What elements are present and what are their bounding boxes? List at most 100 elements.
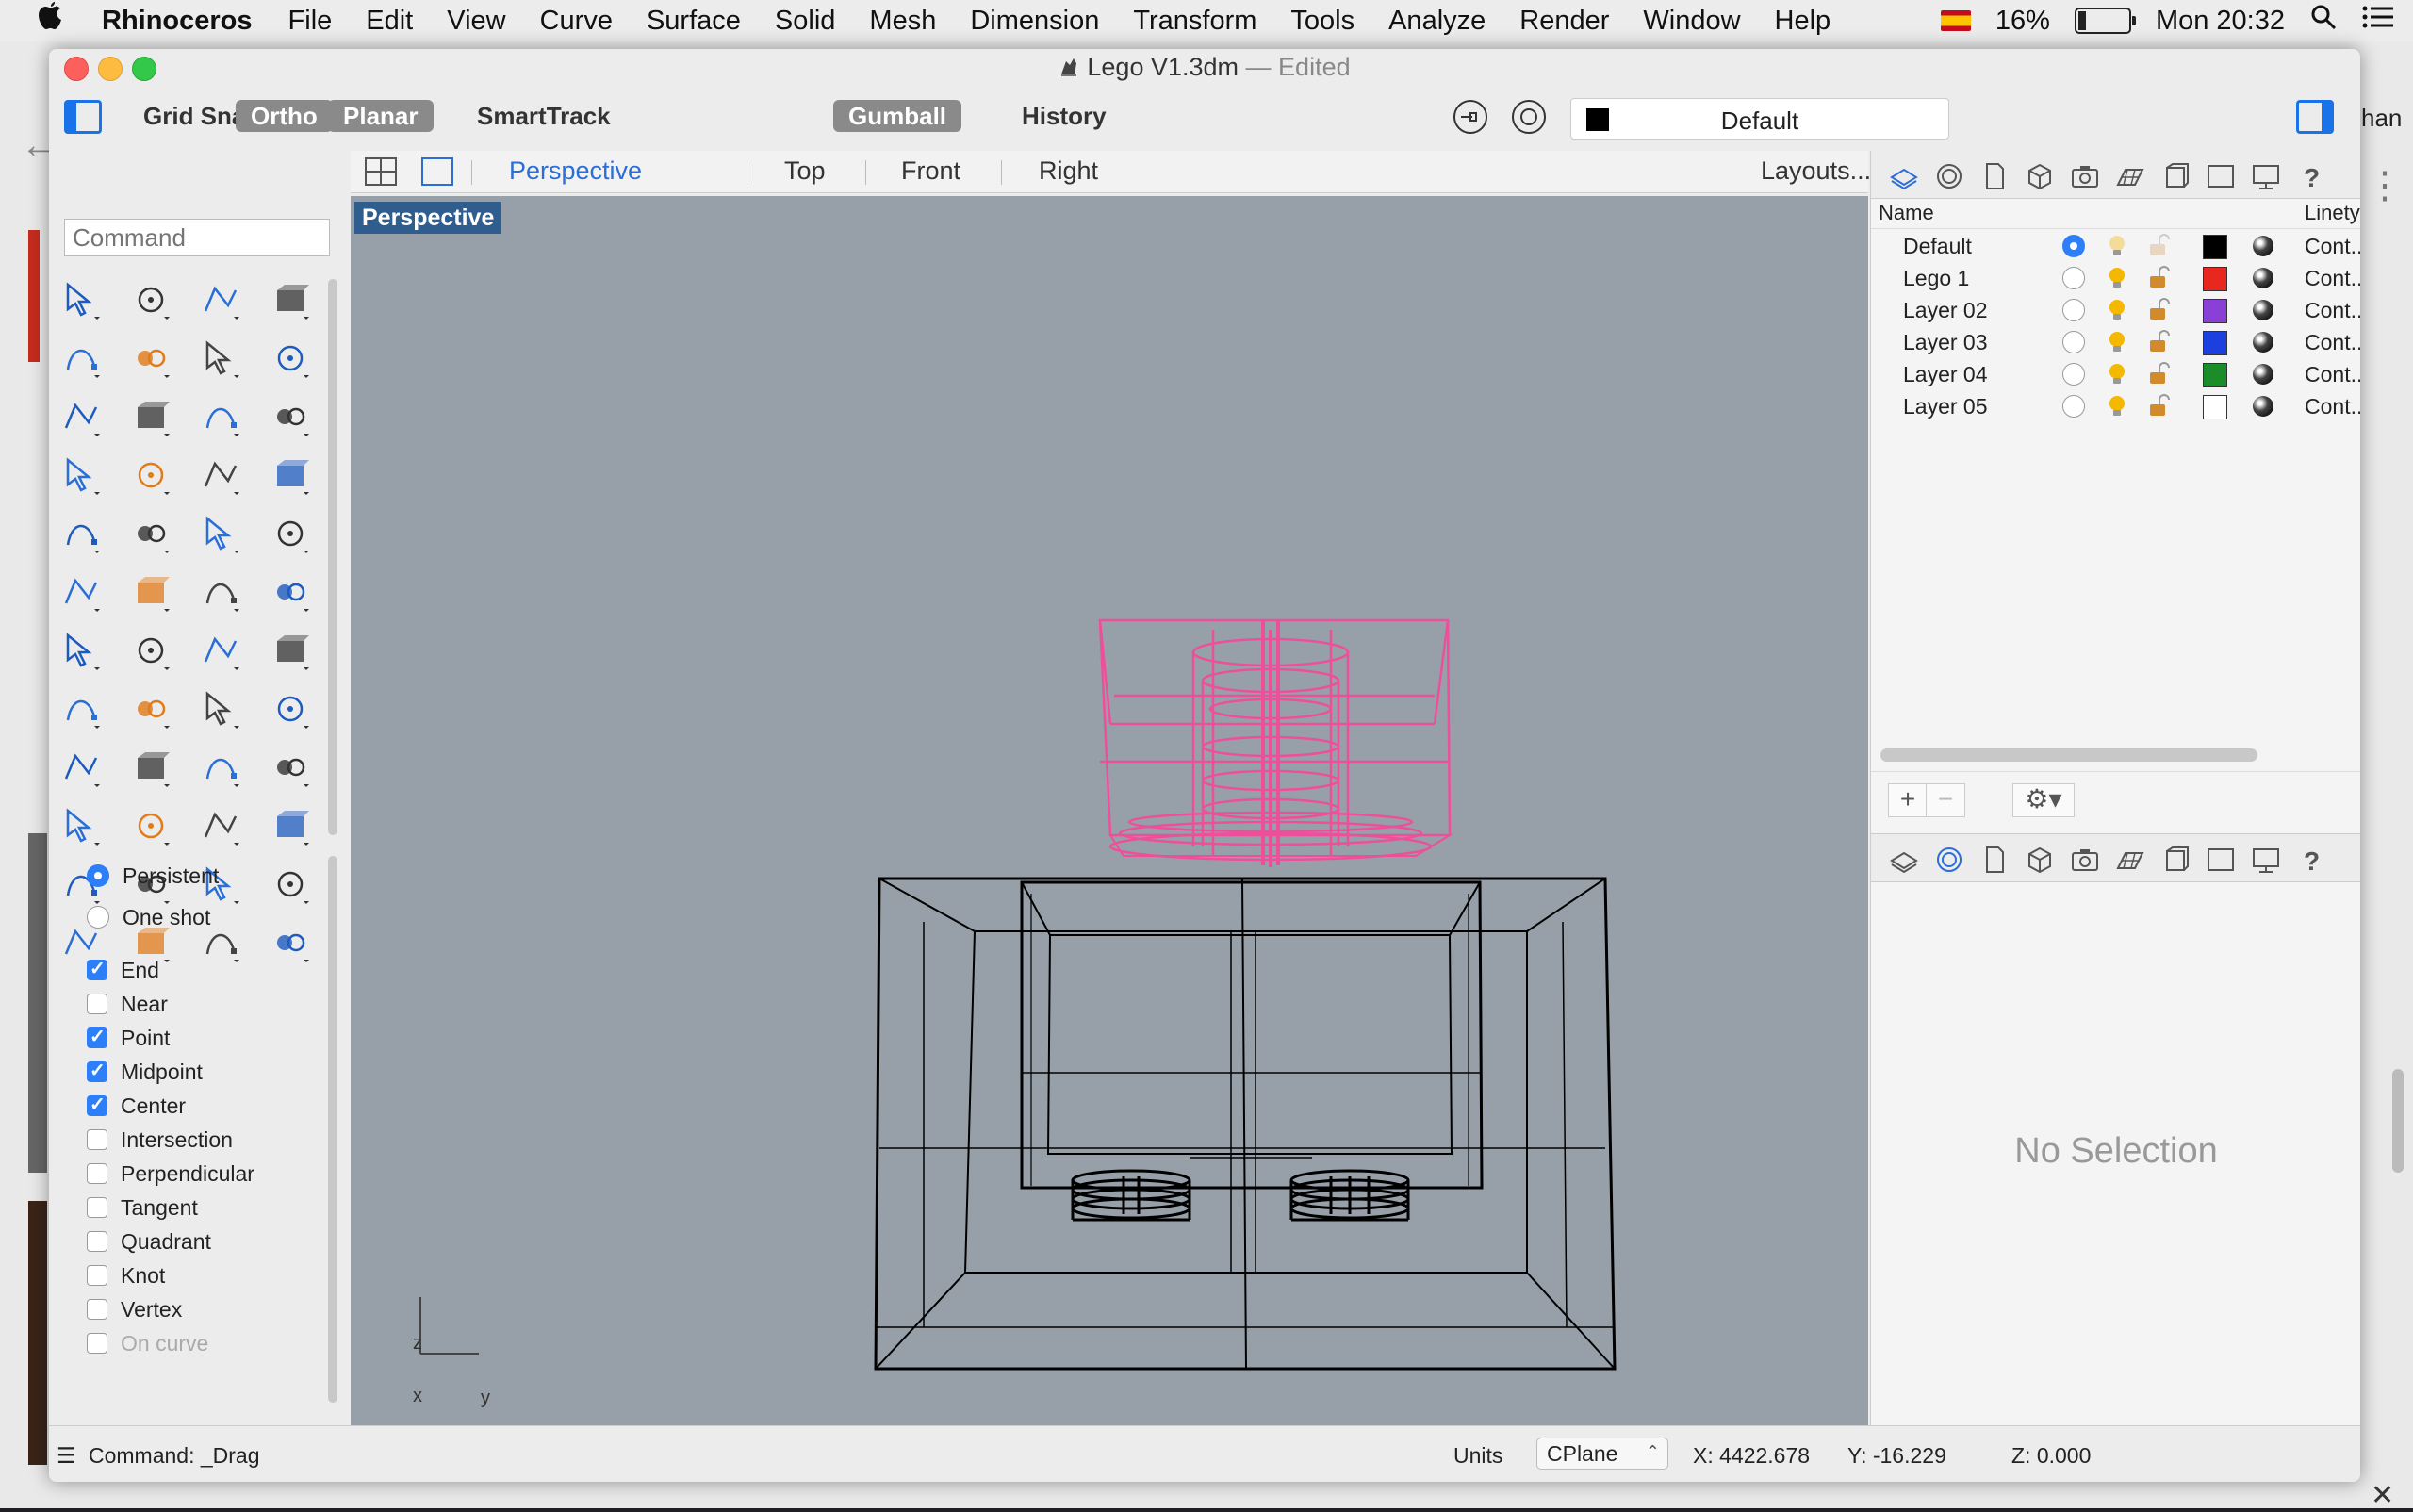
material-sphere-icon[interactable] xyxy=(2253,332,2273,353)
osnap-end[interactable]: End xyxy=(87,954,159,986)
object-panel-icon[interactable] xyxy=(2024,844,2056,876)
analyze-direction-tool-icon[interactable] xyxy=(270,747,311,788)
remove-layer-button[interactable]: − xyxy=(1926,783,1965,817)
boolean-tool-icon[interactable] xyxy=(60,513,102,554)
array-tool-icon[interactable] xyxy=(200,630,241,671)
materials-panel-icon[interactable] xyxy=(1933,160,1965,192)
polygon-tool-icon[interactable] xyxy=(60,396,102,437)
camera-panel-icon[interactable] xyxy=(2069,844,2101,876)
command-history-icon[interactable]: ☰ xyxy=(57,1443,76,1469)
planar-toggle[interactable]: Planar xyxy=(328,100,434,132)
zoom-extents-tool-icon[interactable] xyxy=(200,805,241,846)
tab-right[interactable]: Right xyxy=(1039,156,1098,186)
smarttrack-toggle[interactable]: SmartTrack xyxy=(462,100,626,132)
right-sidebar-toggle-icon[interactable] xyxy=(2296,100,2334,134)
current-layer-radio[interactable] xyxy=(2062,299,2085,321)
text-tool-icon[interactable] xyxy=(60,630,102,671)
menu-tools[interactable]: Tools xyxy=(1290,6,1354,37)
tab-perspective[interactable]: Perspective xyxy=(509,156,642,186)
explode-tool-icon[interactable] xyxy=(130,513,172,554)
lego-brick-wireframe[interactable] xyxy=(874,877,1617,1371)
radio-button[interactable] xyxy=(87,864,109,887)
more-options-icon[interactable]: ⋮ xyxy=(2366,164,2404,207)
render-panel-icon[interactable] xyxy=(2114,160,2146,192)
osnap-tangent[interactable]: Tangent xyxy=(87,1192,198,1224)
group-tool-icon[interactable] xyxy=(130,571,172,613)
osnap-intersection[interactable]: Intersection xyxy=(87,1124,233,1156)
radio-button[interactable] xyxy=(87,906,109,929)
layer-color-swatch[interactable] xyxy=(2203,267,2227,291)
render-panel-icon[interactable] xyxy=(2114,844,2146,876)
tab-top[interactable]: Top xyxy=(784,156,826,186)
textures-panel-icon[interactable] xyxy=(2159,844,2191,876)
display-panel-icon[interactable] xyxy=(2250,160,2282,192)
menu-view[interactable]: View xyxy=(447,6,505,37)
clock[interactable]: Mon 20:32 xyxy=(2156,6,2285,37)
osnap-midpoint[interactable]: Midpoint xyxy=(87,1056,203,1088)
add-layer-button[interactable]: + xyxy=(1888,783,1928,817)
command-input[interactable] xyxy=(64,219,330,256)
move-tool-icon[interactable] xyxy=(130,630,172,671)
help-panel-icon[interactable]: ? xyxy=(2295,160,2327,192)
file-panel-icon[interactable] xyxy=(1978,160,2011,192)
units-button[interactable]: Units xyxy=(1453,1443,1502,1469)
cplane-dropdown[interactable]: CPlane xyxy=(1536,1437,1668,1470)
model-wireframe[interactable] xyxy=(351,196,1868,1425)
spotlight-search-icon[interactable] xyxy=(2309,3,2338,39)
zoom-tool-icon[interactable] xyxy=(60,805,102,846)
checkbox[interactable] xyxy=(87,1025,107,1048)
material-sphere-icon[interactable] xyxy=(2253,236,2273,256)
osnap-center[interactable]: Center xyxy=(87,1090,186,1122)
help-panel-icon[interactable]: ? xyxy=(2295,844,2327,876)
zoom-window-tool-icon[interactable] xyxy=(130,805,172,846)
checkbox[interactable] xyxy=(87,1197,107,1218)
osnap-mode-persistent[interactable]: Persistent xyxy=(87,860,219,892)
layer-row[interactable]: Layer 02 Cont... xyxy=(1871,294,2360,326)
layer-linetype[interactable]: Cont... xyxy=(2305,330,2360,355)
fillet-tool-icon[interactable] xyxy=(130,396,172,437)
background-scrollbar[interactable] xyxy=(2392,1069,2404,1173)
title-bar[interactable]: Lego V1.3dm — Edited xyxy=(49,49,2360,83)
color-wheel-tool-icon[interactable] xyxy=(270,922,311,963)
layer-name[interactable]: Default xyxy=(1903,234,1972,259)
menu-mesh[interactable]: Mesh xyxy=(869,6,936,37)
osnap-quadrant[interactable]: Quadrant xyxy=(87,1225,211,1257)
menu-dimension[interactable]: Dimension xyxy=(970,6,1099,37)
four-viewports-icon[interactable] xyxy=(364,156,398,191)
layer-options-gear-icon[interactable]: ⚙▾ xyxy=(2012,783,2075,817)
select-tool-icon[interactable] xyxy=(60,279,102,320)
layer-name[interactable]: Layer 03 xyxy=(1903,330,1988,355)
osnap-knot[interactable]: Knot xyxy=(87,1259,165,1291)
osnap-point[interactable]: Point xyxy=(87,1022,170,1054)
menu-solid[interactable]: Solid xyxy=(775,6,836,37)
lock-icon[interactable] xyxy=(2146,233,2171,259)
lock-icon[interactable] xyxy=(2146,361,2171,387)
lock-icon[interactable] xyxy=(2146,265,2171,291)
left-sidebar-toggle-icon[interactable] xyxy=(64,100,102,134)
layers-panel-icon[interactable] xyxy=(1888,160,1920,192)
column-name-header[interactable]: Name xyxy=(1879,201,1934,225)
layer-name[interactable]: Layer 05 xyxy=(1903,394,1988,419)
ellipse-tool-icon[interactable] xyxy=(130,337,172,379)
ortho-toggle[interactable]: Ortho xyxy=(236,100,333,132)
menu-transform[interactable]: Transform xyxy=(1133,6,1256,37)
surface-from-points-tool-icon[interactable] xyxy=(200,396,241,437)
rectangle-tool-icon[interactable] xyxy=(270,337,311,379)
layer-linetype[interactable]: Cont... xyxy=(2305,234,2360,259)
layer-linetype[interactable]: Cont... xyxy=(2305,266,2360,291)
current-layer-radio[interactable] xyxy=(2062,235,2085,257)
tool-palette-scrollbar[interactable] xyxy=(328,279,337,835)
input-source-flag-icon[interactable] xyxy=(1940,10,1971,31)
history-toggle[interactable]: History xyxy=(1007,100,1122,132)
layer-color-swatch[interactable] xyxy=(2203,363,2227,387)
selected-part-wireframe[interactable] xyxy=(1098,618,1453,867)
lightbulb-icon[interactable] xyxy=(2105,393,2129,419)
battery-icon[interactable] xyxy=(2074,8,2136,34)
menu-help[interactable]: Help xyxy=(1775,6,1831,37)
layer-color-swatch[interactable] xyxy=(2203,299,2227,323)
textures-panel-icon[interactable] xyxy=(2159,160,2191,192)
app-menu[interactable]: Rhinoceros xyxy=(102,6,253,37)
lightbulb-icon[interactable] xyxy=(2105,329,2129,355)
close-icon[interactable]: ✕ xyxy=(2371,1479,2394,1512)
column-linetype-header[interactable]: Linetyp xyxy=(2305,201,2360,225)
